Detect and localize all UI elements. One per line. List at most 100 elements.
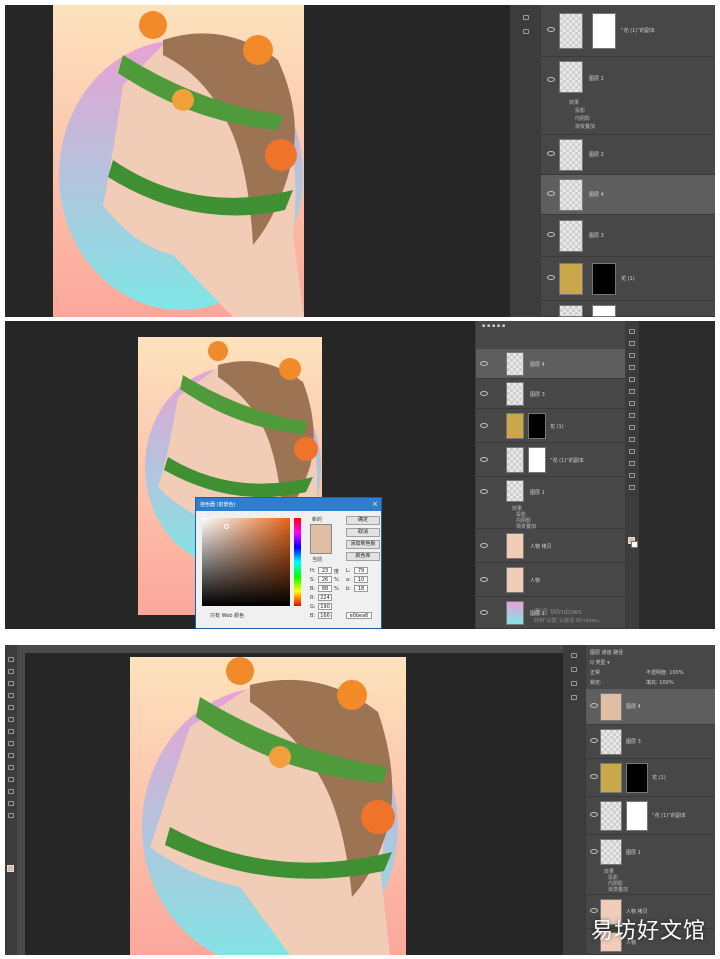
layer-row[interactable]: 人物 [476,563,625,597]
green-input[interactable]: 190 [318,603,332,610]
layer-effect-label[interactable]: 内阴影 [575,115,590,122]
color-cursor[interactable] [224,524,229,529]
add-to-swatches-button[interactable]: 添加到色板 [346,540,380,549]
visibility-eye-icon[interactable] [547,151,555,156]
crop-tool-icon[interactable] [629,365,635,370]
visibility-eye-icon[interactable] [480,543,488,548]
gradient-tool-icon[interactable] [629,437,635,442]
layer-effect-label[interactable]: 渐变叠加 [608,886,628,893]
opacity-field[interactable]: 不透明度: 100% [646,669,684,676]
color-libraries-button[interactable]: 颜色库 [346,552,380,561]
layer-row-selected[interactable]: 图层 4 [476,349,625,379]
layer-row[interactable] [541,301,715,317]
lab-b-input[interactable]: 18 [354,585,368,592]
visibility-eye-icon[interactable] [480,423,488,428]
marquee-tool-icon[interactable] [8,669,14,674]
crop-tool-icon[interactable] [8,693,14,698]
layer-row[interactable]: “花 (1)”的副本 [476,443,625,477]
layer-filter-row[interactable]: Q 类型 ▾ [590,659,610,666]
layer-row[interactable]: 花 (1) [476,409,625,443]
visibility-eye-icon[interactable] [480,457,488,462]
background-color-swatch[interactable] [631,541,638,548]
foreground-color-swatch[interactable] [7,865,14,872]
layer-row[interactable]: 图层 3 [586,725,715,759]
saturation-input[interactable]: 26 [318,576,332,583]
lab-l-input[interactable]: 79 [354,567,368,574]
horizontal-ruler[interactable] [17,645,563,653]
brush-tool-icon[interactable] [8,729,14,734]
dialog-close-button[interactable]: × [372,500,378,508]
layers-panel-tabs[interactable]: 图层 通道 路径 [590,649,623,656]
eraser-tool-icon[interactable] [629,425,635,430]
visibility-eye-icon[interactable] [547,77,555,82]
visibility-eye-icon[interactable] [590,703,598,708]
visibility-eye-icon[interactable] [480,577,488,582]
lasso-tool-icon[interactable] [629,353,635,358]
history-icon[interactable] [523,15,529,20]
hand-tool-icon[interactable] [8,801,14,806]
gradient-tool-icon[interactable] [8,765,14,770]
libraries-icon[interactable] [571,695,577,700]
pen-tool-icon[interactable] [629,461,635,466]
visibility-eye-icon[interactable] [547,275,555,280]
eyedropper-tool-icon[interactable] [629,377,635,382]
brush-tool-icon[interactable] [629,401,635,406]
layer-row[interactable]: “花 (1)”的副本 [586,797,715,835]
text-tool-icon[interactable] [8,777,14,782]
eraser-tool-icon[interactable] [8,753,14,758]
healing-tool-icon[interactable] [8,717,14,722]
layer-row[interactable]: 图层 3 [541,215,715,257]
layer-effect-label[interactable]: 投影 [575,107,585,114]
stamp-tool-icon[interactable] [8,741,14,746]
properties-icon[interactable] [571,667,577,672]
layer-row-selected[interactable]: 图层 4 [586,689,715,725]
visibility-eye-icon[interactable] [480,489,488,494]
visibility-eye-icon[interactable] [590,849,598,854]
hex-input[interactable]: e0bea6 [346,612,372,619]
layer-mask-thumbnail[interactable] [528,413,546,439]
layer-row[interactable]: 图层 1 效果 投影 内阴影 渐变叠加 [476,477,625,530]
layer-mask-thumbnail[interactable] [626,763,648,793]
visibility-eye-icon[interactable] [547,27,555,32]
adjustments-icon[interactable] [571,681,577,686]
artwork-canvas[interactable] [130,657,406,955]
layer-row[interactable]: 图层 2 [541,135,715,175]
lasso-tool-icon[interactable] [8,681,14,686]
layer-row[interactable]: 花 (1) [541,257,715,301]
saturation-brightness-field[interactable] [202,518,290,606]
layer-mask-thumbnail[interactable] [592,13,616,49]
visibility-eye-icon[interactable] [547,232,555,237]
brightness-input[interactable]: 88 [318,585,332,592]
layer-row[interactable]: 花 (1) [586,759,715,797]
zoom-tool-icon[interactable] [8,813,14,818]
move-tool-icon[interactable] [8,657,14,662]
visibility-eye-icon[interactable] [480,610,488,615]
history-icon[interactable] [571,653,577,658]
blue-input[interactable]: 166 [318,612,332,619]
layer-mask-thumbnail[interactable] [626,801,648,831]
stamp-tool-icon[interactable] [629,413,635,418]
lab-a-input[interactable]: 10 [354,576,368,583]
visibility-eye-icon[interactable] [590,774,598,779]
pen-tool-icon[interactable] [8,789,14,794]
visibility-eye-icon[interactable] [547,191,555,196]
visibility-eye-icon[interactable] [480,391,488,396]
layer-row[interactable]: “花 (1)”的副本 [541,5,715,57]
zoom-tool-icon[interactable] [629,485,635,490]
layer-row[interactable]: 图层 1 效果 投影 内阴影 渐变叠加 [586,835,715,895]
visibility-eye-icon[interactable] [590,812,598,817]
red-input[interactable]: 224 [318,594,332,601]
fill-field[interactable]: 填充: 100% [646,679,674,686]
artwork-canvas[interactable] [53,5,304,317]
marquee-tool-icon[interactable] [629,341,635,346]
layer-effect-label[interactable]: 渐变叠加 [575,123,595,130]
move-tool-icon[interactable] [629,329,635,334]
layer-mask-thumbnail[interactable] [592,305,616,317]
layer-mask-thumbnail[interactable] [592,263,616,295]
vertical-ruler[interactable] [17,653,25,955]
layer-row[interactable]: 图层 3 [476,379,625,409]
text-tool-icon[interactable] [629,449,635,454]
layer-row[interactable]: 人物 拷贝 [476,529,625,563]
hue-input[interactable]: 23 [318,567,332,574]
hue-slider[interactable] [294,518,301,606]
